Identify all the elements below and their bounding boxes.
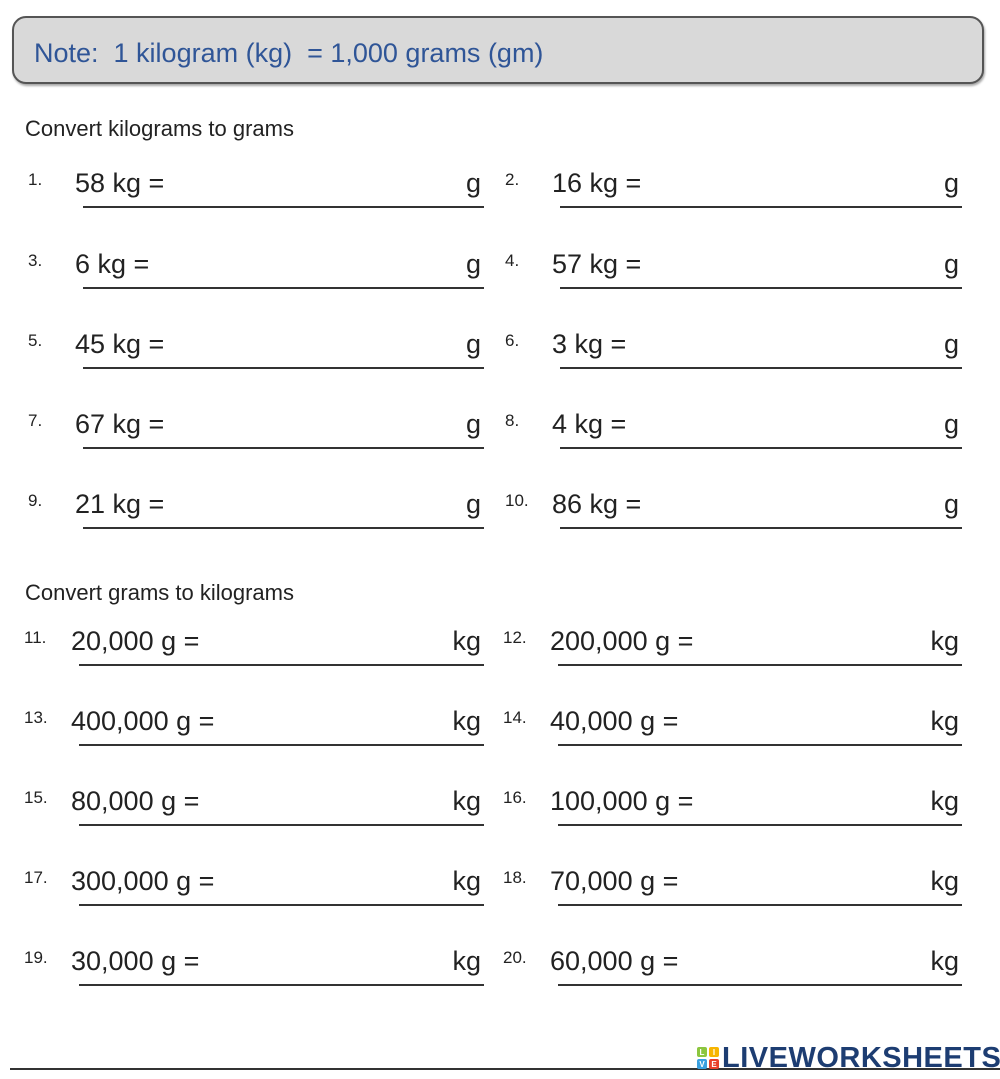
answer-underline (560, 447, 962, 449)
answer-underline (560, 287, 962, 289)
answer-input[interactable] (560, 491, 941, 527)
answer-underline (558, 664, 962, 666)
problem-number: 12. (503, 628, 527, 647)
problem-item: 8. 4 kg = g (0, 409, 1000, 449)
logo-letter: I (709, 1047, 719, 1057)
problem-item: 2. 16 kg = g (0, 168, 1000, 208)
logo-letter: E (709, 1059, 719, 1069)
problem-item: 12. 200,000 g = kg (0, 626, 1000, 666)
problem-item: 4. 57 kg = g (0, 249, 1000, 289)
unit-label: kg (930, 706, 959, 736)
unit-label: g (943, 249, 959, 279)
problem-number: 4. (505, 251, 520, 270)
problem-item: 20. 60,000 g = kg (0, 946, 1000, 986)
unit-label: g (943, 168, 959, 198)
problem-number: 8. (505, 411, 520, 430)
answer-input[interactable] (558, 628, 928, 664)
unit-label: kg (930, 786, 959, 816)
problem-number: 6. (505, 331, 520, 350)
answer-underline (558, 984, 962, 986)
answer-underline (560, 367, 962, 369)
problem-item: 10. 86 kg = g (0, 489, 1000, 529)
problem-item: 6. 3 kg = g (0, 329, 1000, 369)
note-box: Note: 1 kilogram (kg) = 1,000 grams (gm) (12, 16, 984, 84)
section-title-g-to-kg: Convert grams to kilograms (25, 580, 294, 605)
answer-input[interactable] (560, 411, 941, 447)
answer-underline (558, 824, 962, 826)
answer-input[interactable] (560, 331, 941, 367)
unit-label: g (943, 329, 959, 359)
answer-input[interactable] (558, 788, 928, 824)
unit-label: kg (930, 626, 959, 656)
liveworksheets-logo: L I V E LIVEWORKSHEETS (697, 1041, 1000, 1074)
problem-number: 20. (503, 948, 527, 967)
answer-input[interactable] (560, 170, 941, 206)
unit-label: kg (930, 946, 959, 976)
answer-underline (558, 744, 962, 746)
logo-letter: L (697, 1047, 707, 1057)
answer-input[interactable] (558, 868, 928, 904)
answer-input[interactable] (558, 948, 928, 984)
problem-item: 18. 70,000 g = kg (0, 866, 1000, 906)
logo-live-icon: L I V E (697, 1047, 719, 1069)
unit-label: g (943, 409, 959, 439)
problem-item: 14. 40,000 g = kg (0, 706, 1000, 746)
answer-underline (560, 206, 962, 208)
answer-input[interactable] (560, 251, 941, 287)
answer-underline (558, 904, 962, 906)
problem-number: 16. (503, 788, 527, 807)
problem-number: 14. (503, 708, 527, 727)
logo-text: LIVEWORKSHEETS (722, 1041, 1000, 1074)
unit-label: kg (930, 866, 959, 896)
problem-number: 10. (505, 491, 529, 510)
logo-letter: V (697, 1059, 707, 1069)
note-text: Note: 1 kilogram (kg) = 1,000 grams (gm) (34, 38, 544, 68)
problem-number: 2. (505, 170, 520, 189)
section-title-kg-to-g: Convert kilograms to grams (25, 116, 294, 141)
answer-input[interactable] (558, 708, 928, 744)
unit-label: g (943, 489, 959, 519)
problem-number: 18. (503, 868, 527, 887)
answer-underline (560, 527, 962, 529)
problem-item: 16. 100,000 g = kg (0, 786, 1000, 826)
